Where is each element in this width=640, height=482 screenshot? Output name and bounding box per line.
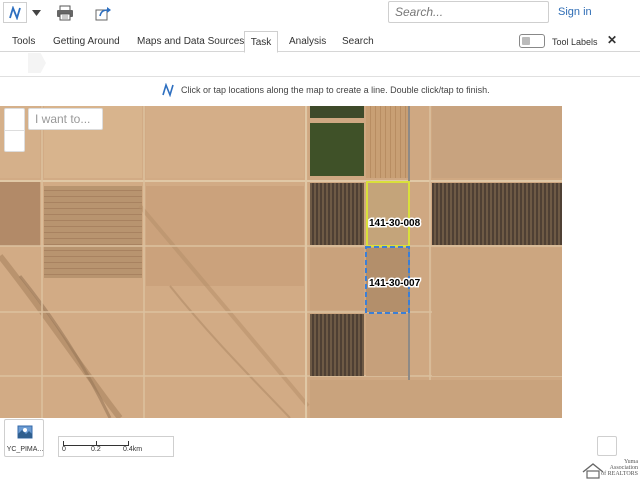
tool-labels-label: Tool Labels (552, 37, 598, 47)
share-button[interactable] (91, 2, 115, 23)
search-input[interactable] (388, 1, 549, 23)
toggle-knob (522, 37, 530, 45)
basemap-switcher[interactable]: YC_PIMA... (4, 419, 44, 457)
basemap-label: YC_PIMA... (6, 446, 44, 453)
zoom-divider (5, 130, 24, 131)
signin-link[interactable]: Sign in (558, 6, 592, 18)
instruction-text: Click or tap locations along the map to … (181, 85, 490, 95)
gis-app: Sign in Tools Getting Around Maps and Da… (0, 0, 640, 482)
tab-search[interactable]: Search (337, 31, 379, 52)
task-toolbar (0, 52, 640, 77)
map-canvas[interactable]: 141-30-008 141-30-007 (0, 106, 562, 418)
draw-line-button[interactable] (3, 2, 27, 23)
satellite-imagery: 141-30-008 141-30-007 (0, 106, 562, 418)
draw-line-icon (9, 5, 21, 20)
parcel-label-008: 141-30-008 (369, 218, 421, 229)
realtor-line-3: of REALTORS (601, 471, 638, 477)
scale-tick-2: 0.4km (123, 446, 143, 453)
realtor-logo-text: Yuma Association of REALTORS (593, 459, 638, 477)
parcel-label-007: 141-30-007 (369, 278, 421, 289)
i-want-to-menu[interactable]: I want to... (28, 108, 103, 130)
basemap-icon (17, 425, 33, 439)
share-icon (95, 6, 111, 20)
scale-tick-1: 0.2 (91, 446, 101, 453)
draw-line-icon (162, 83, 174, 97)
scale-bar: 0 0.2 0.4km (58, 436, 174, 457)
close-icon[interactable]: ✕ (607, 33, 617, 47)
draw-instruction: Click or tap locations along the map to … (161, 83, 490, 97)
tab-getting-around[interactable]: Getting Around (48, 31, 125, 52)
tab-maps-and-data-sources[interactable]: Maps and Data Sources (132, 31, 249, 52)
print-icon (57, 5, 73, 20)
tab-analysis[interactable]: Analysis (284, 31, 331, 52)
map-corner-button[interactable] (597, 436, 617, 456)
tool-labels-toggle[interactable] (519, 34, 545, 48)
scale-tick-0: 0 (62, 446, 66, 453)
tool-dropdown-button[interactable] (29, 2, 43, 23)
print-button[interactable] (53, 2, 77, 23)
chevron-down-icon (31, 9, 41, 16)
tab-task[interactable]: Task (244, 31, 278, 53)
map-zoom-controls (4, 108, 25, 152)
tab-tools[interactable]: Tools (7, 31, 40, 52)
